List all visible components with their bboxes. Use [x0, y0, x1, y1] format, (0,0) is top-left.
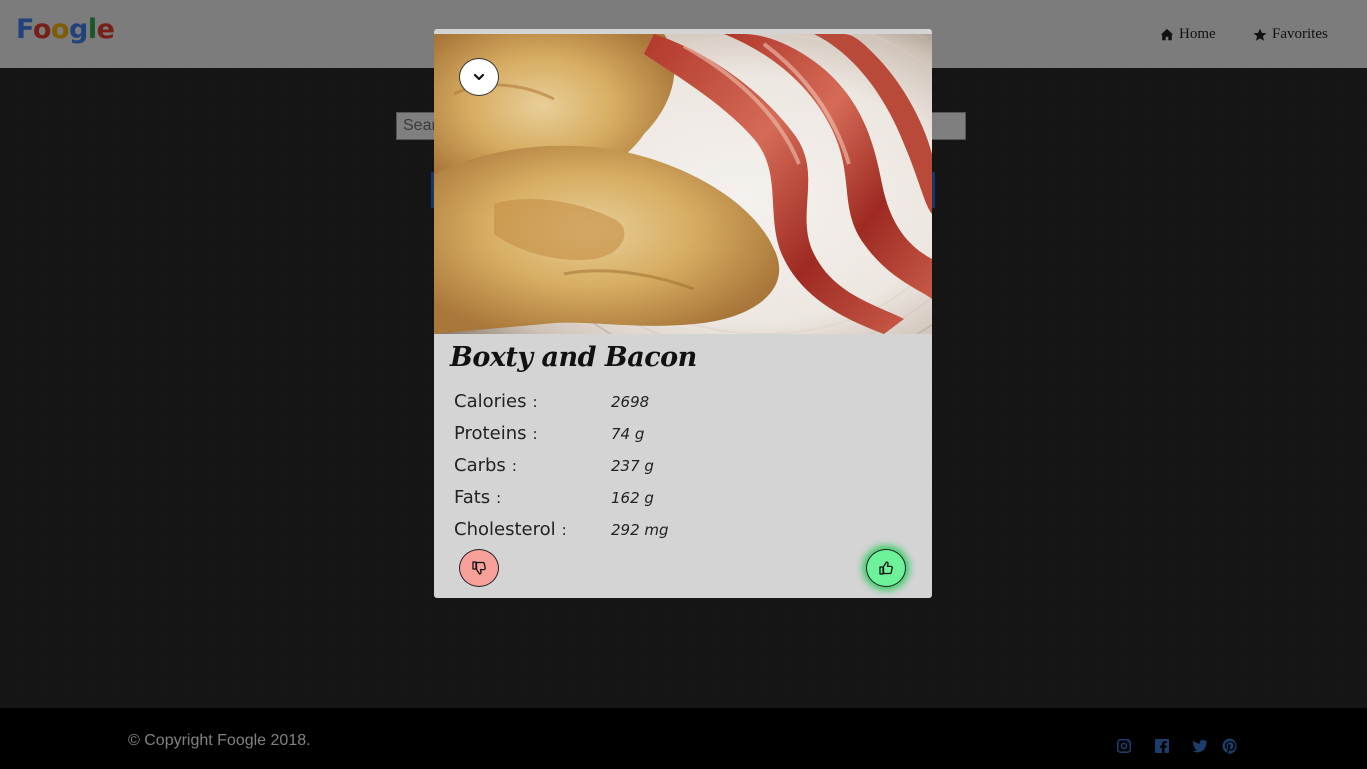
nutrition-label-text: Proteins	[454, 423, 527, 444]
nutrition-value: 2698	[611, 393, 650, 411]
like-button[interactable]	[866, 549, 906, 587]
thumbs-up-icon	[879, 561, 893, 575]
nutrition-label: Carbs:	[454, 455, 517, 476]
nutrition-label: Fats:	[454, 487, 501, 508]
chevron-down-icon	[473, 73, 485, 81]
nutrition-colon: :	[532, 425, 538, 443]
nutrition-colon: :	[561, 521, 567, 539]
nutrition-value: 162 g	[611, 489, 654, 507]
nutrition-colon: :	[496, 489, 502, 507]
nutrition-label: Cholesterol:	[454, 519, 567, 540]
nutrition-value: 74 g	[611, 425, 645, 443]
nutrition-colon: :	[532, 393, 538, 411]
nutrition-value: 237 g	[611, 457, 654, 475]
nutrition-label-text: Fats	[454, 487, 491, 508]
nutrition-row-carbs: Carbs: 237 g	[454, 455, 854, 479]
nutrition-row-cholesterol: Cholesterol: 292 mg	[454, 519, 854, 543]
nutrition-row-proteins: Proteins: 74 g	[454, 423, 854, 447]
nutrition-colon: :	[511, 457, 517, 475]
nutrition-label: Calories:	[454, 391, 538, 412]
nutrition-row-fats: Fats: 162 g	[454, 487, 854, 511]
collapse-button[interactable]	[459, 58, 499, 96]
nutrition-label-text: Calories	[454, 391, 527, 412]
recipe-title: Boxty and Bacon	[450, 342, 697, 373]
recipe-photo	[434, 34, 932, 334]
recipe-modal: Boxty and Bacon Calories: 2698 Proteins:…	[434, 29, 932, 598]
nutrition-value: 292 mg	[611, 521, 669, 539]
nutrition-label-text: Carbs	[454, 455, 506, 476]
nutrition-label: Proteins:	[454, 423, 538, 444]
nutrition-row-calories: Calories: 2698	[454, 391, 854, 415]
thumbs-down-icon	[472, 561, 486, 575]
dislike-button[interactable]	[459, 549, 499, 587]
nutrition-label-text: Cholesterol	[454, 519, 556, 540]
